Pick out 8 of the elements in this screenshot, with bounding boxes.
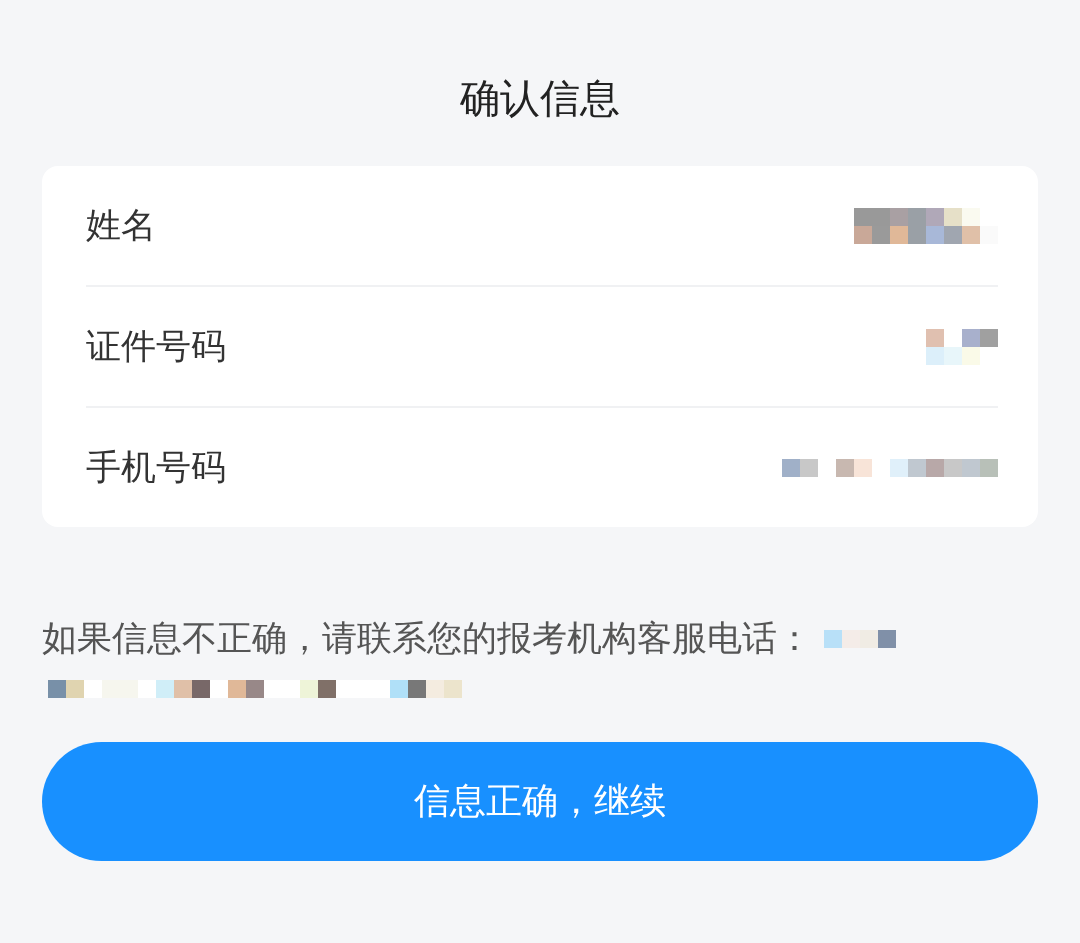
confirm-button[interactable]: 信息正确，继续 [42,742,1038,861]
notice-text: 如果信息不正确，请联系您的报考机构客服电话： [42,617,812,660]
field-label: 姓名 [86,204,156,247]
pixelated-value [926,328,998,365]
pixelated-value [824,629,896,648]
field-label: 证件号码 [86,325,226,368]
page-title: 确认信息 [459,74,621,123]
field-label: 手机号码 [86,446,226,489]
